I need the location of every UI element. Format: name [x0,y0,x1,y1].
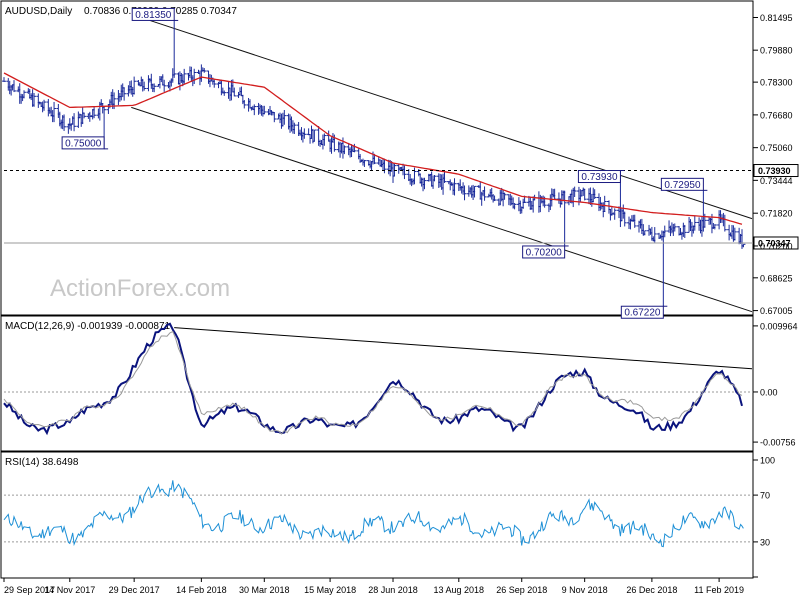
rsi-tick-label-2: 30 [760,537,770,547]
rsi-panel-frame [0,451,754,579]
chart-svg: ActionForex.com AUDUSD,Daily 0.70836 0.7… [0,0,799,595]
price-tick-label-9: 0.67005 [760,306,793,316]
macd-tick-label-1: 0.00 [760,387,778,397]
rsi-header: RSI(14) 38.6498 [5,457,79,468]
price-tick-label-8: 0.68625 [760,273,793,283]
x-tick-label-5: 15 May 2018 [304,585,356,595]
x-tick-label-7: 13 Aug 2018 [434,585,485,595]
rsi-tick-label-0: 100 [760,456,775,466]
price-label-0: 0.81350 [135,10,172,21]
price-tick-label-5: 0.73444 [760,176,793,186]
x-tick-label-4: 30 Mar 2018 [239,585,290,595]
price-header-symbol: AUDUSD,Daily [5,6,72,17]
macd-tick-label-2: -0.00756 [760,438,796,448]
price-tick-label-3: 0.76680 [760,110,793,120]
macd-panel-frame [0,315,754,452]
chart-root: ActionForex.com AUDUSD,Daily 0.70836 0.7… [0,0,800,600]
x-tick-label-9: 9 Nov 2018 [562,585,608,595]
level-tag-0: 0.73930 [758,166,791,176]
price-label-5: 0.67220 [624,308,661,319]
price-tick-label-6: 0.71820 [760,209,793,219]
price-tick-label-1: 0.79880 [760,46,793,56]
macd-tick-label-0: 0.009964 [760,321,798,331]
price-panel-frame [0,0,754,316]
x-tick-label-3: 14 Feb 2018 [176,585,227,595]
price-tick-label-0: 0.81495 [760,13,793,23]
macd-header: MACD(12,26,9) -0.001939 -0.000871 [5,321,171,332]
price-tick-label-4: 0.75060 [760,143,793,153]
rsi-tick-label-1: 70 [760,491,770,501]
watermark: ActionForex.com [50,275,230,302]
price-label-4: 0.70200 [526,247,563,258]
x-tick-label-11: 11 Feb 2019 [694,585,744,595]
x-tick-label-8: 26 Sep 2018 [496,585,547,595]
price-label-3: 0.72950 [664,180,701,191]
price-tick-label-2: 0.78300 [760,78,793,88]
x-tick-label-1: 14 Nov 2017 [44,585,95,595]
price-label-2: 0.73930 [581,172,618,183]
x-tick-label-2: 29 Dec 2017 [109,585,160,595]
price-label-1: 0.75000 [65,138,102,149]
x-axis-labels: 29 Sep 201714 Nov 2017 29 Dec 2017 14 Feb … [3,578,744,595]
price-tick-label-7: 0.70200 [760,241,793,251]
x-tick-label-10: 26 Dec 2018 [626,585,677,595]
x-tick-label-6: 28 Jun 2018 [368,585,418,595]
